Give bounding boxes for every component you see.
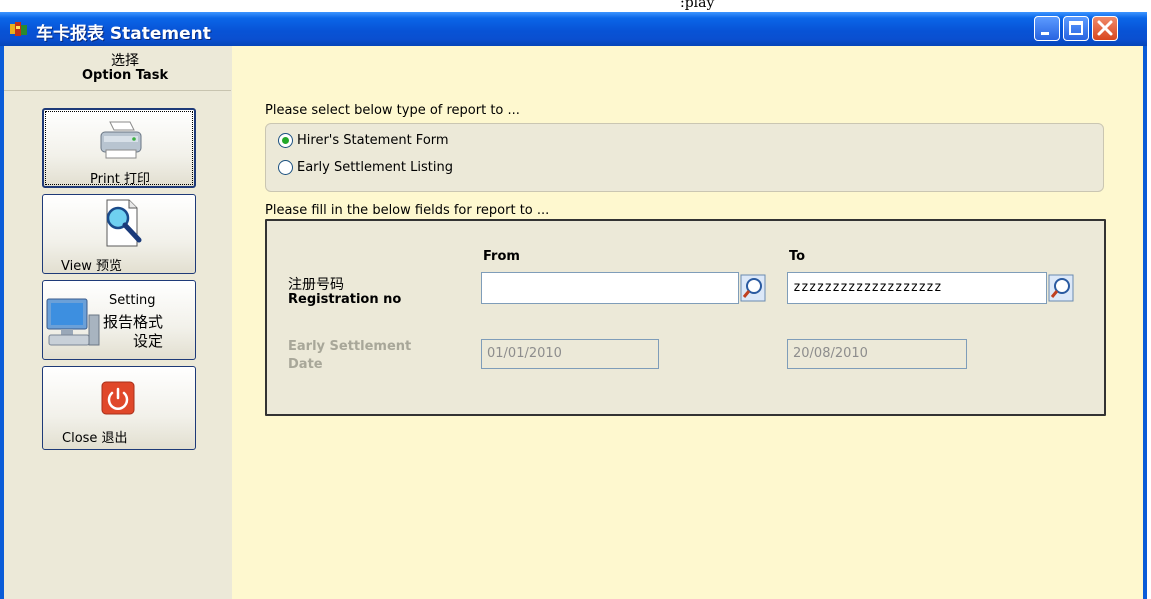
sidebar-header-cn: 选择 [111, 53, 139, 69]
to-header: To [789, 249, 806, 264]
printer-icon [100, 121, 142, 159]
setting-button[interactable]: Setting 报告格式 设定 [42, 280, 196, 360]
radio-button-unchecked[interactable] [278, 160, 293, 175]
radio-hirers-statement-label: Hirer's Statement Form [297, 133, 449, 148]
client-area: 选择 Option Task Print 打印 View 预览 Setting … [4, 46, 1143, 599]
radio-early-settlement[interactable]: Early Settlement Listing [278, 160, 453, 175]
print-button-label: Print 打印 [90, 172, 151, 187]
report-type-prompt: Please select below type of report to ..… [265, 103, 520, 118]
fields-prompt: Please fill in the below fields for repo… [265, 203, 550, 218]
radio-hirers-statement[interactable]: Hirer's Statement Form [278, 133, 449, 148]
window-title: 车卡报表 Statement [36, 24, 211, 44]
close-window-button[interactable] [1092, 16, 1118, 41]
registration-to-input[interactable]: zzzzzzzzzzzzzzzzzzz [787, 272, 1047, 304]
computer-icon [46, 298, 100, 346]
registration-from-lookup-icon[interactable] [740, 274, 766, 302]
report-options-panel: Please select below type of report to ..… [232, 46, 1143, 599]
radio-button-checked[interactable] [278, 133, 293, 148]
date-to-input[interactable]: 20/08/2010 [787, 339, 967, 369]
date-from-input[interactable]: 01/01/2010 [481, 339, 659, 369]
registration-from-input[interactable] [481, 272, 739, 304]
sidebar-header-en: Option Task [82, 68, 169, 83]
close-button[interactable]: Close 退出 [42, 366, 196, 450]
power-icon [101, 381, 135, 415]
magnifier-icon [106, 199, 142, 247]
view-button[interactable]: View 预览 [42, 194, 196, 274]
close-button-label: Close 退出 [62, 431, 128, 446]
setting-button-label-1: Setting [109, 293, 156, 308]
statement-window: 车卡报表 Statement 选择 Option Task Print 打印 V… [0, 12, 1147, 599]
print-button[interactable]: Print 打印 [42, 108, 196, 188]
registration-to-lookup-icon[interactable] [1048, 274, 1074, 302]
view-button-label: View 预览 [61, 259, 122, 274]
option-task-sidebar: 选择 Option Task Print 打印 View 预览 Setting … [4, 46, 231, 599]
setting-button-label-2: 报告格式 [103, 313, 164, 331]
report-fields-box: From To 注册号码 Registration no zzzzzzzzzzz… [265, 219, 1106, 416]
maximize-icon [1069, 21, 1083, 35]
title-bar[interactable]: 车卡报表 Statement [0, 12, 1147, 46]
sidebar-divider [4, 90, 231, 91]
report-type-group: Hirer's Statement Form Early Settlement … [265, 123, 1104, 192]
from-header: From [483, 249, 520, 264]
background-document-fragment: :play [0, 0, 1151, 12]
setting-button-label-3: 设定 [133, 332, 164, 350]
minimize-icon [1041, 32, 1049, 35]
radio-early-settlement-label: Early Settlement Listing [297, 160, 453, 175]
minimize-button[interactable] [1034, 16, 1060, 41]
close-icon [1097, 20, 1113, 36]
registration-label-en: Registration no [288, 292, 402, 307]
early-settlement-label-2: Date [288, 357, 323, 372]
app-icon [10, 22, 27, 36]
registration-label-cn: 注册号码 [288, 277, 344, 293]
maximize-button[interactable] [1063, 16, 1089, 41]
early-settlement-label-1: Early Settlement [288, 339, 412, 354]
